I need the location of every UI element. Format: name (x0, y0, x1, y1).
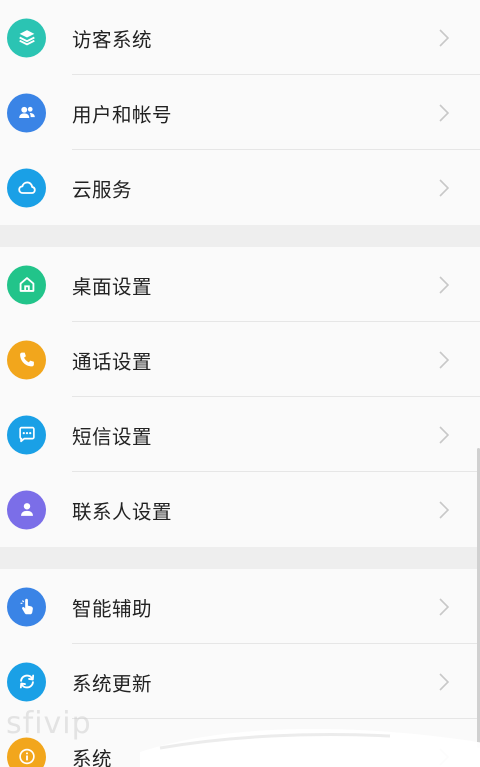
hand-pointer-icon (7, 587, 46, 626)
settings-item-cloud-service[interactable]: 云服务 (0, 150, 480, 225)
settings-group-personalization: 桌面设置 通话设置 短信设置 联系人设置 (0, 247, 480, 547)
settings-item-label: 联系人设置 (72, 500, 173, 523)
watermark-text: sfivip (6, 706, 92, 741)
phone-icon (7, 340, 46, 379)
chevron-right-icon (438, 672, 450, 692)
chevron-right-icon (438, 425, 450, 445)
chevron-right-icon (438, 500, 450, 520)
section-gap (0, 547, 480, 569)
settings-item-label: 桌面设置 (72, 275, 153, 298)
settings-item-smart-assist[interactable]: 智能辅助 (0, 569, 480, 644)
chevron-right-icon (438, 275, 450, 295)
contact-icon (7, 490, 46, 529)
users-icon (7, 93, 46, 132)
settings-item-messages[interactable]: 短信设置 (0, 397, 480, 472)
settings-item-label: 云服务 (72, 178, 133, 201)
settings-item-label: 系统更新 (72, 672, 153, 695)
settings-item-label: 系统 (72, 747, 113, 767)
cloud-icon (7, 168, 46, 207)
settings-item-contacts[interactable]: 联系人设置 (0, 472, 480, 547)
home-icon (7, 265, 46, 304)
settings-item-visitor-system[interactable]: 访客系统 (0, 0, 480, 75)
settings-item-label: 访客系统 (72, 28, 153, 51)
settings-item-label: 智能辅助 (72, 597, 153, 620)
layers-icon (7, 18, 46, 57)
chevron-right-icon (438, 350, 450, 370)
info-icon (7, 737, 46, 767)
chevron-right-icon (438, 597, 450, 617)
chevron-right-icon (438, 28, 450, 48)
settings-item-users-accounts[interactable]: 用户和帐号 (0, 75, 480, 150)
settings-screen: 访客系统 用户和帐号 云服务 桌面设置 通话设置 短信设置 联系人设置 智能辅助… (0, 0, 480, 767)
settings-item-label: 用户和帐号 (72, 103, 173, 126)
refresh-icon (7, 662, 46, 701)
message-icon (7, 415, 46, 454)
settings-item-calls[interactable]: 通话设置 (0, 322, 480, 397)
chevron-right-icon (438, 178, 450, 198)
chevron-right-icon (438, 103, 450, 123)
settings-item-label: 通话设置 (72, 350, 153, 373)
section-gap (0, 225, 480, 247)
settings-item-desktop[interactable]: 桌面设置 (0, 247, 480, 322)
brush-stroke-overlay (140, 728, 480, 767)
settings-group-accounts: 访客系统 用户和帐号 云服务 (0, 0, 480, 225)
settings-item-label: 短信设置 (72, 425, 153, 448)
